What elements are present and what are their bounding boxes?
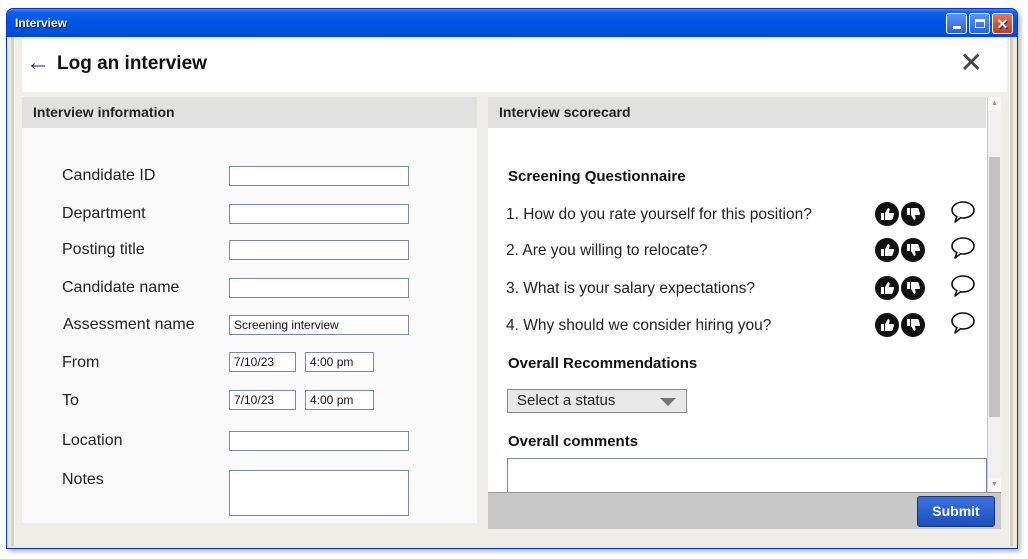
recommendations-title: Overall Recommendations bbox=[508, 355, 698, 372]
thumbs-down-icon[interactable] bbox=[901, 238, 925, 262]
to-date-input[interactable]: 7/10/23 bbox=[229, 390, 296, 410]
scroll-up-icon[interactable]: ▲ bbox=[988, 97, 1001, 111]
department-input[interactable] bbox=[229, 204, 409, 224]
comment-icon[interactable] bbox=[950, 273, 976, 299]
from-label: From bbox=[62, 354, 100, 371]
candidate-id-label: Candidate ID bbox=[62, 167, 156, 184]
thumbs-down-icon[interactable] bbox=[901, 202, 925, 226]
interview-information-heading: Interview information bbox=[22, 97, 477, 128]
thumbs-down-icon[interactable] bbox=[901, 276, 925, 300]
scrollbar[interactable]: ▲ ▼ bbox=[987, 97, 1001, 492]
comment-icon[interactable] bbox=[950, 235, 976, 261]
notes-textarea[interactable] bbox=[229, 470, 409, 516]
comments-title: Overall comments bbox=[508, 433, 639, 450]
thumbs-up-icon[interactable] bbox=[875, 276, 899, 300]
assessment-name-input[interactable]: Screening interview bbox=[229, 315, 409, 335]
assessment-name-label: Assessment name bbox=[63, 316, 195, 333]
rating-group-4 bbox=[875, 313, 925, 337]
scroll-thumb[interactable] bbox=[989, 157, 1000, 417]
questionnaire-title: Screening Questionnaire bbox=[508, 168, 686, 185]
location-input[interactable] bbox=[229, 431, 409, 451]
posting-title-label: Posting title bbox=[62, 241, 145, 258]
status-select-value: Select a status bbox=[517, 392, 616, 409]
maximize-icon bbox=[974, 19, 985, 28]
window-close-button[interactable]: ✕ bbox=[992, 13, 1013, 34]
comment-icon[interactable] bbox=[950, 199, 976, 225]
notes-label: Notes bbox=[62, 471, 104, 488]
rating-group-1 bbox=[875, 202, 925, 226]
thumbs-up-icon[interactable] bbox=[875, 238, 899, 262]
to-time-input[interactable]: 4:00 pm bbox=[305, 390, 374, 410]
comment-icon[interactable] bbox=[950, 310, 976, 336]
minimize-button[interactable] bbox=[946, 13, 967, 34]
department-label: Department bbox=[62, 205, 146, 222]
from-date-input[interactable]: 7/10/23 bbox=[229, 352, 296, 372]
interview-scorecard-panel: Interview scorecard Screening Questionna… bbox=[488, 97, 1001, 529]
question-4: 4. Why should we consider hiring you? bbox=[506, 317, 772, 334]
rating-group-2 bbox=[875, 238, 925, 262]
close-icon[interactable]: ✕ bbox=[960, 49, 983, 77]
interview-scorecard-heading: Interview scorecard bbox=[488, 97, 986, 128]
status-select[interactable]: Select a status bbox=[507, 389, 687, 413]
interview-information-panel: Interview information Candidate ID Depar… bbox=[22, 97, 477, 523]
back-arrow-icon[interactable]: ← bbox=[26, 51, 50, 75]
question-3: 3. What is your salary expectations? bbox=[506, 280, 755, 297]
comments-textarea[interactable] bbox=[507, 458, 987, 496]
minimize-icon bbox=[952, 26, 961, 29]
thumbs-down-icon[interactable] bbox=[901, 313, 925, 337]
window-close-icon: ✕ bbox=[996, 15, 1009, 32]
page-title: Log an interview bbox=[57, 53, 207, 74]
window-titlebar[interactable]: Interview ✕ bbox=[7, 9, 1017, 37]
dropdown-arrow-icon bbox=[660, 398, 676, 406]
window-controls: ✕ bbox=[946, 13, 1013, 34]
location-label: Location bbox=[62, 432, 123, 449]
thumbs-up-icon[interactable] bbox=[875, 313, 899, 337]
candidate-name-input[interactable] bbox=[229, 278, 409, 298]
window-title: Interview bbox=[15, 16, 68, 30]
to-label: To bbox=[62, 392, 79, 409]
candidate-id-input[interactable] bbox=[229, 166, 409, 186]
scroll-down-icon[interactable]: ▼ bbox=[988, 478, 1001, 492]
from-time-input[interactable]: 4:00 pm bbox=[305, 352, 374, 372]
rating-group-3 bbox=[875, 276, 925, 300]
page-header: ← Log an interview ✕ bbox=[22, 39, 1007, 92]
candidate-name-label: Candidate name bbox=[62, 279, 180, 296]
question-1: 1. How do you rate yourself for this pos… bbox=[506, 206, 812, 223]
scorecard-footer: Submit bbox=[488, 492, 1001, 529]
posting-title-input[interactable] bbox=[229, 240, 409, 260]
question-2: 2. Are you willing to relocate? bbox=[506, 242, 708, 259]
submit-button[interactable]: Submit bbox=[917, 496, 995, 527]
maximize-button[interactable] bbox=[969, 13, 990, 34]
thumbs-up-icon[interactable] bbox=[875, 202, 899, 226]
